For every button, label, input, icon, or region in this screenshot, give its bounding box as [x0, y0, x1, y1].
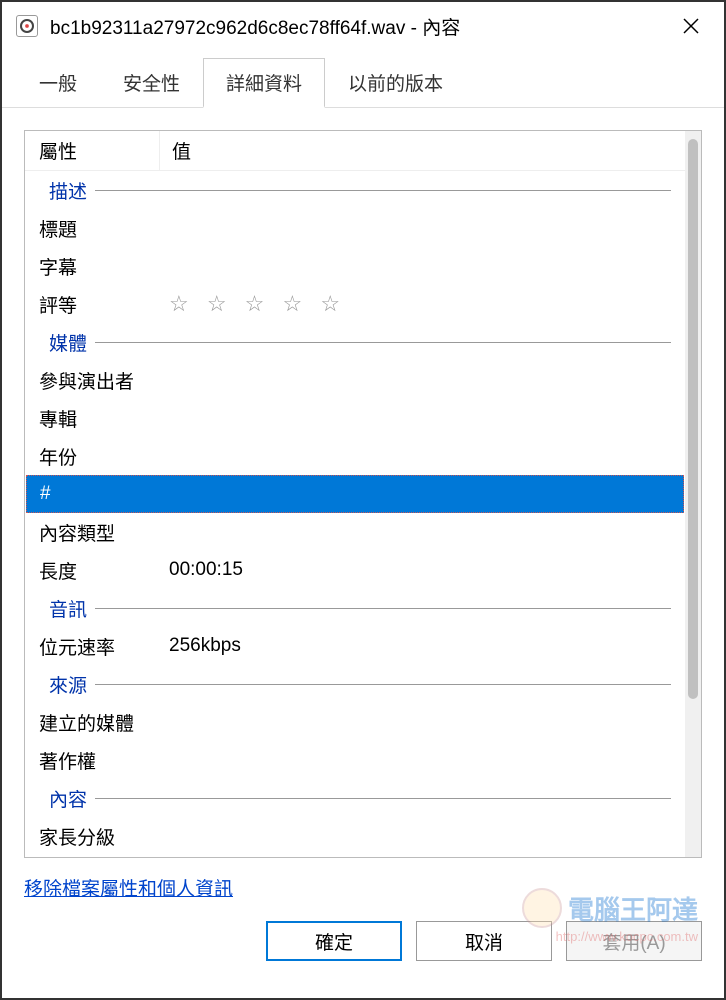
details-panel: 屬性 值 描述 標題 字幕 評等 ☆ ☆ ☆ ☆ ☆ 媒體 參與演出者 專輯	[24, 130, 702, 858]
prop-row-genre[interactable]: 內容類型	[25, 513, 685, 551]
prop-label: 位元速率	[39, 633, 169, 660]
tab-previous[interactable]: 以前的版本	[325, 58, 466, 107]
prop-row-copyright[interactable]: 著作權	[25, 741, 685, 779]
scrollbar-thumb[interactable]	[688, 139, 698, 699]
tab-general[interactable]: 一般	[16, 58, 100, 107]
rating-stars[interactable]: ☆ ☆ ☆ ☆ ☆	[169, 291, 346, 317]
prop-row-title[interactable]: 標題	[25, 209, 685, 247]
close-icon	[682, 17, 700, 35]
prop-row-subtitle[interactable]: 字幕	[25, 247, 685, 285]
titlebar: bc1b92311a27972c962d6c8ec78ff64f.wav - 內…	[2, 2, 724, 50]
prop-label: 專輯	[39, 405, 169, 432]
prop-value: 256kbps	[169, 635, 241, 657]
section-divider	[95, 190, 671, 191]
prop-row-rating[interactable]: 評等 ☆ ☆ ☆ ☆ ☆	[25, 285, 685, 323]
column-header-property[interactable]: 屬性	[25, 131, 160, 170]
column-header-value[interactable]: 值	[160, 137, 191, 164]
prop-label: #	[40, 483, 170, 505]
prop-value: 00:00:15	[169, 559, 243, 581]
section-label: 音訊	[39, 595, 95, 622]
property-list[interactable]: 屬性 值 描述 標題 字幕 評等 ☆ ☆ ☆ ☆ ☆ 媒體 參與演出者 專輯	[25, 131, 685, 857]
close-button[interactable]	[672, 7, 710, 45]
watermark-text: 電腦王阿達	[568, 890, 698, 927]
tab-bar: 一般 安全性 詳細資料 以前的版本	[2, 50, 724, 108]
section-label: 來源	[39, 671, 95, 698]
prop-label: 參與演出者	[39, 367, 169, 394]
section-divider	[95, 684, 671, 685]
section-description: 描述	[25, 171, 685, 209]
prop-label: 著作權	[39, 747, 169, 774]
prop-row-track-number[interactable]: #	[26, 475, 684, 513]
section-label: 媒體	[39, 329, 95, 356]
section-origin: 來源	[25, 665, 685, 703]
window-title: bc1b92311a27972c962d6c8ec78ff64f.wav - 內…	[50, 13, 672, 40]
tab-details[interactable]: 詳細資料	[203, 58, 325, 108]
prop-row-year[interactable]: 年份	[25, 437, 685, 475]
prop-label: 家長分級	[39, 823, 169, 850]
tab-security[interactable]: 安全性	[100, 58, 203, 107]
section-divider	[95, 798, 671, 799]
prop-label: 長度	[39, 557, 169, 584]
prop-label: 年份	[39, 443, 169, 470]
watermark-mascot-icon	[522, 888, 562, 928]
prop-label: 內容類型	[39, 519, 169, 546]
section-content: 內容	[25, 779, 685, 817]
prop-row-parental[interactable]: 家長分級	[25, 817, 685, 855]
section-label: 描述	[39, 177, 95, 204]
ok-button[interactable]: 確定	[266, 921, 402, 961]
prop-label: 標題	[39, 215, 169, 242]
prop-label: 評等	[39, 291, 169, 318]
prop-row-rating-reason[interactable]: 分級原因	[25, 855, 685, 857]
section-audio: 音訊	[25, 589, 685, 627]
prop-label: 分級原因	[39, 855, 169, 857]
section-media: 媒體	[25, 323, 685, 361]
remove-properties-link[interactable]: 移除檔案屬性和個人資訊	[24, 879, 233, 900]
vertical-scrollbar[interactable]	[685, 131, 701, 857]
prop-label: 字幕	[39, 253, 169, 280]
file-type-icon	[16, 15, 38, 37]
watermark-url: http://www.kocpc.com.tw	[556, 929, 698, 944]
prop-label: 建立的媒體	[39, 709, 169, 736]
prop-row-length[interactable]: 長度 00:00:15	[25, 551, 685, 589]
section-label: 內容	[39, 785, 95, 812]
section-divider	[95, 342, 671, 343]
prop-row-artists[interactable]: 參與演出者	[25, 361, 685, 399]
watermark: 電腦王阿達 http://www.kocpc.com.tw	[522, 888, 698, 928]
prop-row-media-created[interactable]: 建立的媒體	[25, 703, 685, 741]
prop-row-bitrate[interactable]: 位元速率 256kbps	[25, 627, 685, 665]
prop-row-album[interactable]: 專輯	[25, 399, 685, 437]
column-header-row: 屬性 值	[25, 131, 685, 171]
section-divider	[95, 608, 671, 609]
